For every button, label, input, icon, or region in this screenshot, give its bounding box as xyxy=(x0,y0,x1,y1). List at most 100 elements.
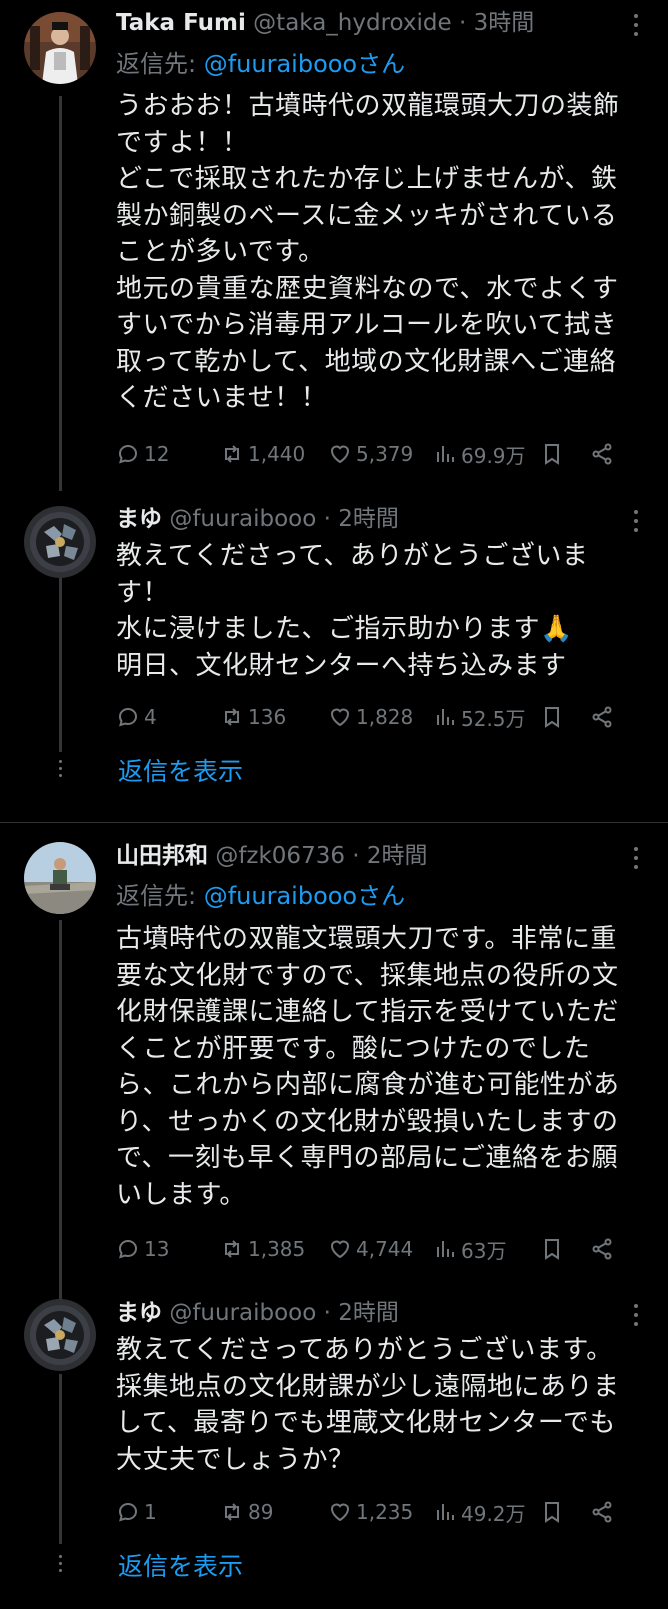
timestamp[interactable]: 3時間 xyxy=(474,10,535,36)
views-button[interactable]: 63万 xyxy=(433,1233,506,1265)
retweet-icon xyxy=(225,1503,239,1521)
reply-button[interactable]: 4 xyxy=(116,701,157,733)
reply-button[interactable]: 13 xyxy=(116,1233,169,1265)
reply-count: 4 xyxy=(144,705,157,729)
display-name[interactable]: Taka Fumi xyxy=(116,10,246,36)
like-button[interactable]: 5,379 xyxy=(328,438,413,470)
user-handle[interactable]: @fzk06736 xyxy=(215,843,345,869)
tweet-actions: 13 1,385 4,744 63万 xyxy=(116,1233,636,1265)
tweet-text-line: 教えてくださって、ありがとうございま xyxy=(116,541,589,571)
reply-icon xyxy=(118,1502,138,1522)
more-options-icon[interactable] xyxy=(630,10,642,40)
avatar[interactable] xyxy=(24,1299,96,1371)
thread-line xyxy=(59,572,62,752)
heart-icon xyxy=(330,445,350,464)
more-options-icon[interactable] xyxy=(630,843,642,873)
separator-dot: · xyxy=(323,506,331,532)
thread-line xyxy=(59,920,62,1300)
more-options-icon[interactable] xyxy=(630,1300,642,1330)
retweet-icon xyxy=(225,1240,239,1258)
tweet-header: まゆ @fuuraibooo · 2時間 xyxy=(116,1296,628,1330)
view-count: 63万 xyxy=(461,1238,507,1263)
bookmark-icon xyxy=(545,444,559,465)
tweet-text-line: 取って乾かして、地域の文化財課へご連絡 xyxy=(116,346,617,377)
user-handle[interactable]: @taka_hydroxide xyxy=(253,10,451,36)
tweet-text-line: ら、これから内部に腐食が進む可能性があ xyxy=(116,1070,620,1100)
view-count: 52.5万 xyxy=(461,706,526,731)
bookmark-icon xyxy=(545,707,559,728)
timestamp[interactable]: 2時間 xyxy=(338,1300,399,1326)
reply-icon xyxy=(118,707,138,727)
heart-icon xyxy=(330,1240,350,1259)
avatar[interactable] xyxy=(24,506,96,578)
reply-to-line: 返信先: @fuuraiboooさん xyxy=(116,47,405,81)
more-options-icon[interactable] xyxy=(630,506,642,536)
bookmark-button[interactable] xyxy=(540,701,564,733)
tweet-header: Taka Fumi @taka_hydroxide · 3時間 xyxy=(116,6,628,40)
mention-handle: @fuuraibooo xyxy=(203,50,358,78)
timestamp[interactable]: 2時間 xyxy=(338,506,399,532)
tweet-text-line: 古墳時代の双龍文環頭大刀です。非常に重 xyxy=(116,924,617,954)
retweet-button[interactable]: 1,385 xyxy=(220,1233,305,1265)
timestamp[interactable]: 2時間 xyxy=(367,843,428,869)
views-icon xyxy=(437,709,454,725)
views-button[interactable]: 49.2万 xyxy=(433,1496,526,1528)
share-button[interactable] xyxy=(590,701,614,733)
tweet-text-line: すいでから消毒用アルコールを吹いて拭き xyxy=(116,310,618,340)
reply-mention[interactable]: @fuuraiboooさん xyxy=(204,50,405,78)
separator-dot: · xyxy=(352,843,360,869)
show-replies-link[interactable]: 返信を表示 xyxy=(118,1549,243,1585)
thread-dots xyxy=(55,1555,65,1572)
share-icon xyxy=(592,706,612,728)
tweet-text-line: うおおお！古墳時代の双龍環頭大刀の装飾 xyxy=(116,91,620,121)
reply-count: 12 xyxy=(144,442,170,466)
bookmark-button[interactable] xyxy=(540,438,564,470)
like-button[interactable]: 1,235 xyxy=(328,1496,413,1528)
share-icon xyxy=(592,1238,612,1260)
tweet-text: うおおお！古墳時代の双龍環頭大刀の装飾 ですよ！！ どこで採取されたか存じ上げま… xyxy=(116,88,646,417)
like-count: 1,828 xyxy=(356,705,414,729)
retweet-button[interactable]: 136 xyxy=(220,701,286,733)
thread-dots xyxy=(55,760,65,777)
display-name[interactable]: まゆ xyxy=(116,1300,162,1326)
reply-button[interactable]: 1 xyxy=(116,1496,157,1528)
like-button[interactable]: 4,744 xyxy=(328,1233,413,1265)
display-name[interactable]: まゆ xyxy=(116,506,162,532)
mention-handle: @fuuraibooo xyxy=(203,882,358,910)
tweet-text-line: くださいませ！！ xyxy=(116,383,328,413)
separator-dot: · xyxy=(323,1300,331,1326)
retweet-button[interactable]: 89 xyxy=(220,1496,273,1528)
bookmark-button[interactable] xyxy=(540,1233,564,1265)
tweet-actions: 12 1,440 5,379 69.9万 xyxy=(116,438,636,470)
avatar[interactable] xyxy=(24,12,96,84)
avatar[interactable] xyxy=(24,842,96,914)
display-name[interactable]: 山田邦和 xyxy=(116,843,208,869)
share-button[interactable] xyxy=(590,1233,614,1265)
retweet-button[interactable]: 1,440 xyxy=(220,438,305,470)
share-button[interactable] xyxy=(590,438,614,470)
views-icon xyxy=(437,1241,454,1257)
tweet-text: 古墳時代の双龍文環頭大刀です。非常に重 要な文化財ですので、採集地点の役所の文 … xyxy=(116,921,646,1213)
views-button[interactable]: 52.5万 xyxy=(433,701,526,733)
bookmark-button[interactable] xyxy=(540,1496,564,1528)
tweet-actions: 1 89 1,235 49.2万 xyxy=(116,1496,636,1528)
show-replies-link[interactable]: 返信を表示 xyxy=(118,754,243,790)
thread-line xyxy=(59,96,62,491)
user-handle[interactable]: @fuuraibooo xyxy=(169,1300,316,1326)
reply-button[interactable]: 12 xyxy=(116,438,169,470)
reply-mention[interactable]: @fuuraiboooさん xyxy=(204,882,405,910)
tweet-text: 教えてくださって、ありがとうございま す！ 水に浸けました、ご指示助かります🙏 … xyxy=(116,538,646,684)
tweet-actions: 4 136 1,828 52.5万 xyxy=(116,701,636,733)
tweet-text-line: いします。 xyxy=(116,1179,246,1210)
heart-icon xyxy=(330,1503,350,1522)
reply-to-label: 返信先: xyxy=(116,50,204,78)
tweet-text-line: す！ xyxy=(116,577,170,608)
tweet-text-line: ことが多いです。 xyxy=(116,237,325,267)
like-button[interactable]: 1,828 xyxy=(328,701,413,733)
share-button[interactable] xyxy=(590,1496,614,1528)
user-handle[interactable]: @fuuraibooo xyxy=(169,506,316,532)
tweet-text-line: ですよ！！ xyxy=(116,127,249,158)
views-button[interactable]: 69.9万 xyxy=(433,438,526,470)
bookmark-icon xyxy=(545,1239,559,1260)
tweet-text-line: どこで採取されたか存じ上げませんが、鉄 xyxy=(116,164,618,194)
